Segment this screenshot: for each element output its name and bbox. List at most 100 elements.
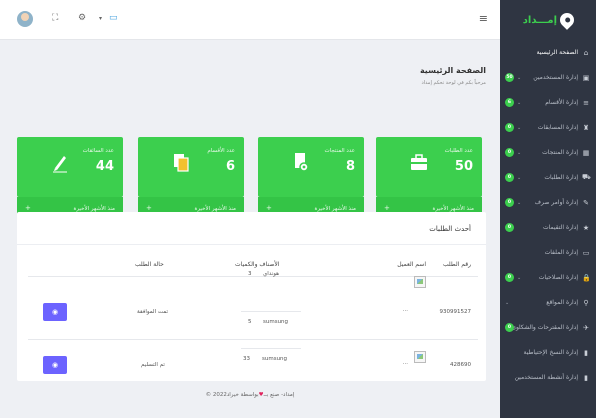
top-bar: ⛶ ⚙ ▾ ▭ ≡ (0, 0, 500, 40)
view-order-button[interactable]: ◉ (43, 356, 67, 374)
chevron-down-icon[interactable]: ▾ (99, 15, 102, 22)
card-categories[interactable]: عدد الأقسام 6 منذ الأشهر الأخيرة + (138, 137, 244, 223)
pen-icon (53, 156, 67, 173)
logo[interactable]: إمـــداد (500, 0, 596, 40)
customer-name: ... (402, 360, 408, 366)
sidebar-item[interactable]: 6 ⌄ إدارة الأقسام ≡ (500, 90, 596, 115)
card-drivers[interactable]: عدد السائقات 44 منذ الأشهر الأخيرة + (17, 137, 123, 223)
count-badge: 0 (505, 173, 514, 182)
chevron-down-icon: ⌄ (517, 124, 522, 131)
sidebar-item[interactable]: 0 ⌄ إدارة الطلبات ⛟ (500, 165, 596, 190)
sidebar-item-label: إدارة المواقع (546, 299, 578, 306)
fullscreen-icon[interactable]: ⛶ (52, 13, 58, 23)
sidebar-item-label: إدارة الصلاحيات (538, 274, 578, 281)
sidebar-item[interactable]: إدارة النسخ الإحتياطية ▮ (500, 340, 596, 365)
customer-image (414, 276, 426, 288)
lock-icon: 🔒 (582, 273, 591, 282)
cart-icon: ⛟ (582, 173, 591, 181)
sidebar-item[interactable]: 0 ⌄ إدارة المسابقات ♜ (500, 115, 596, 140)
list-icon: ≡ (583, 98, 589, 107)
arrow-icon: + (384, 204, 390, 212)
count-badge: 0 (505, 148, 514, 157)
sidebar-item-meta: 0 (505, 223, 514, 232)
sidebar-item[interactable]: الصفحة الرئيسية ⌂ (500, 40, 596, 65)
sidebar-item[interactable]: إدارة أنشطة المستخدمين ▮ (500, 365, 596, 390)
sidebar-item[interactable]: ⌄ إدارة المواقع ⚲ (500, 290, 596, 315)
latest-orders-panel: أحدث الطلبات رقم الطلب اسم العميل الأصنا… (17, 212, 486, 381)
chevron-down-icon: ⌄ (517, 99, 522, 106)
column-header-status: حالة الطلب (135, 261, 164, 268)
sidebar-item-label: إدارة النسخ الإحتياطية (523, 349, 578, 356)
item-entry: 5 sumsung (241, 311, 301, 331)
count-badge: 0 (505, 323, 514, 332)
item-entry: 33 sumsung (241, 348, 301, 368)
sidebar-item[interactable]: إدارة الملفات ▭ (500, 240, 596, 265)
card-value: 44 (95, 159, 114, 174)
chevron-down-icon: ⌄ (517, 199, 522, 206)
sidebar-item-label: الصفحة الرئيسية (536, 49, 578, 56)
star-icon: ★ (582, 223, 590, 232)
item-qty: 3 (248, 271, 252, 277)
column-header-customer: اسم العميل (397, 261, 426, 268)
sidebar-item[interactable]: 0 ⌄ إدارة المقترحات والشكاوى ✈ (500, 315, 596, 340)
sidebar-item-meta: 0 ⌄ (505, 273, 521, 282)
item-name: sumsung (262, 356, 288, 362)
sidebar-item-meta: 0 ⌄ (505, 198, 521, 207)
briefcase-icon (411, 154, 427, 170)
sidebar-item-label: إدارة المقترحات والشكاوى (511, 324, 578, 331)
sidebar-item-meta: 6 ⌄ (505, 98, 521, 107)
sidebar-menu: الصفحة الرئيسية ⌂ 50 ⌄ إدارة المستخدمين ▣ 6 ⌄ إد… (500, 40, 596, 390)
users-icon: ▣ (582, 73, 590, 82)
item-qty: 33 (243, 356, 250, 362)
sidebar-item[interactable]: 0 إدارة التقيمات ★ (500, 215, 596, 240)
item-name: هونداي (263, 271, 279, 277)
activity-icon: ▮ (584, 373, 588, 382)
sidebar-item[interactable]: 0 ⌄ إدارة أوامر صرف ✎ (500, 190, 596, 215)
sidebar-item-meta: 0 ⌄ (505, 173, 521, 182)
row-divider (28, 339, 478, 340)
settings-icon[interactable]: ⚙ (78, 13, 86, 23)
sidebar-item[interactable]: 50 ⌄ إدارة المستخدمين ▣ (500, 65, 596, 90)
sidebar-item[interactable]: 0 ⌄ إدارة الصلاحيات 🔒 (500, 265, 596, 290)
folder-icon: ▭ (582, 248, 590, 257)
card-value: 8 (345, 159, 355, 174)
chevron-down-icon: ⌄ (517, 149, 522, 156)
document-icon (295, 153, 309, 172)
menu-toggle-icon[interactable]: ≡ (479, 12, 488, 25)
count-badge: 0 (505, 223, 514, 232)
sidebar-item-label: إدارة أنشطة المستخدمين (514, 374, 578, 381)
backup-icon: ▮ (584, 348, 588, 357)
sidebar-item-meta: 50 ⌄ (505, 73, 521, 82)
order-status: تم التسليم (141, 362, 165, 368)
chevron-down-icon: ⌄ (517, 274, 522, 281)
order-number: 428690 (450, 362, 471, 368)
edit-icon: ✎ (583, 198, 589, 207)
count-badge: 0 (505, 123, 514, 132)
arrow-icon: + (266, 204, 272, 212)
card-products[interactable]: عدد المنتجات 8 منذ الأشهر الأخيرة + (258, 137, 364, 223)
sidebar-item-meta: ⌄ (505, 300, 509, 306)
copy-icon (174, 154, 189, 172)
view-order-button[interactable]: ◉ (43, 303, 67, 321)
chevron-down-icon: ⌄ (517, 174, 522, 181)
card-title: عدد الطلبات (444, 148, 473, 154)
sidebar-item-label: إدارة المستخدمين (533, 74, 578, 81)
card-value: 6 (225, 159, 235, 174)
page-title: الصفحة الرئيسية (419, 66, 486, 75)
language-flag-icon[interactable]: ▭ (109, 13, 118, 23)
sidebar-item[interactable]: 0 ⌄ إدارة المنتجات ▦ (500, 140, 596, 165)
count-badge: 0 (505, 198, 514, 207)
location-icon: ⚲ (583, 298, 589, 307)
order-status: تمت الموافقة (137, 309, 168, 315)
user-avatar[interactable] (17, 11, 33, 27)
panel-title: أحدث الطلبات (429, 225, 471, 233)
arrow-icon: + (146, 204, 152, 212)
count-badge: 50 (505, 73, 514, 82)
chevron-down-icon: ⌄ (505, 299, 510, 306)
count-badge: 6 (505, 98, 514, 107)
card-orders[interactable]: عدد الطلبات 50 منذ الأشهر الأخيرة + (376, 137, 482, 223)
item-entry: 3 هونداي (241, 262, 301, 282)
logo-pin-icon (557, 10, 577, 30)
sidebar: إمـــداد الصفحة الرئيسية ⌂ 50 ⌄ إدارة المستخ… (500, 0, 596, 418)
page-subtitle: مرحباً بكم في لوحة تحكم إمداد (421, 80, 486, 86)
